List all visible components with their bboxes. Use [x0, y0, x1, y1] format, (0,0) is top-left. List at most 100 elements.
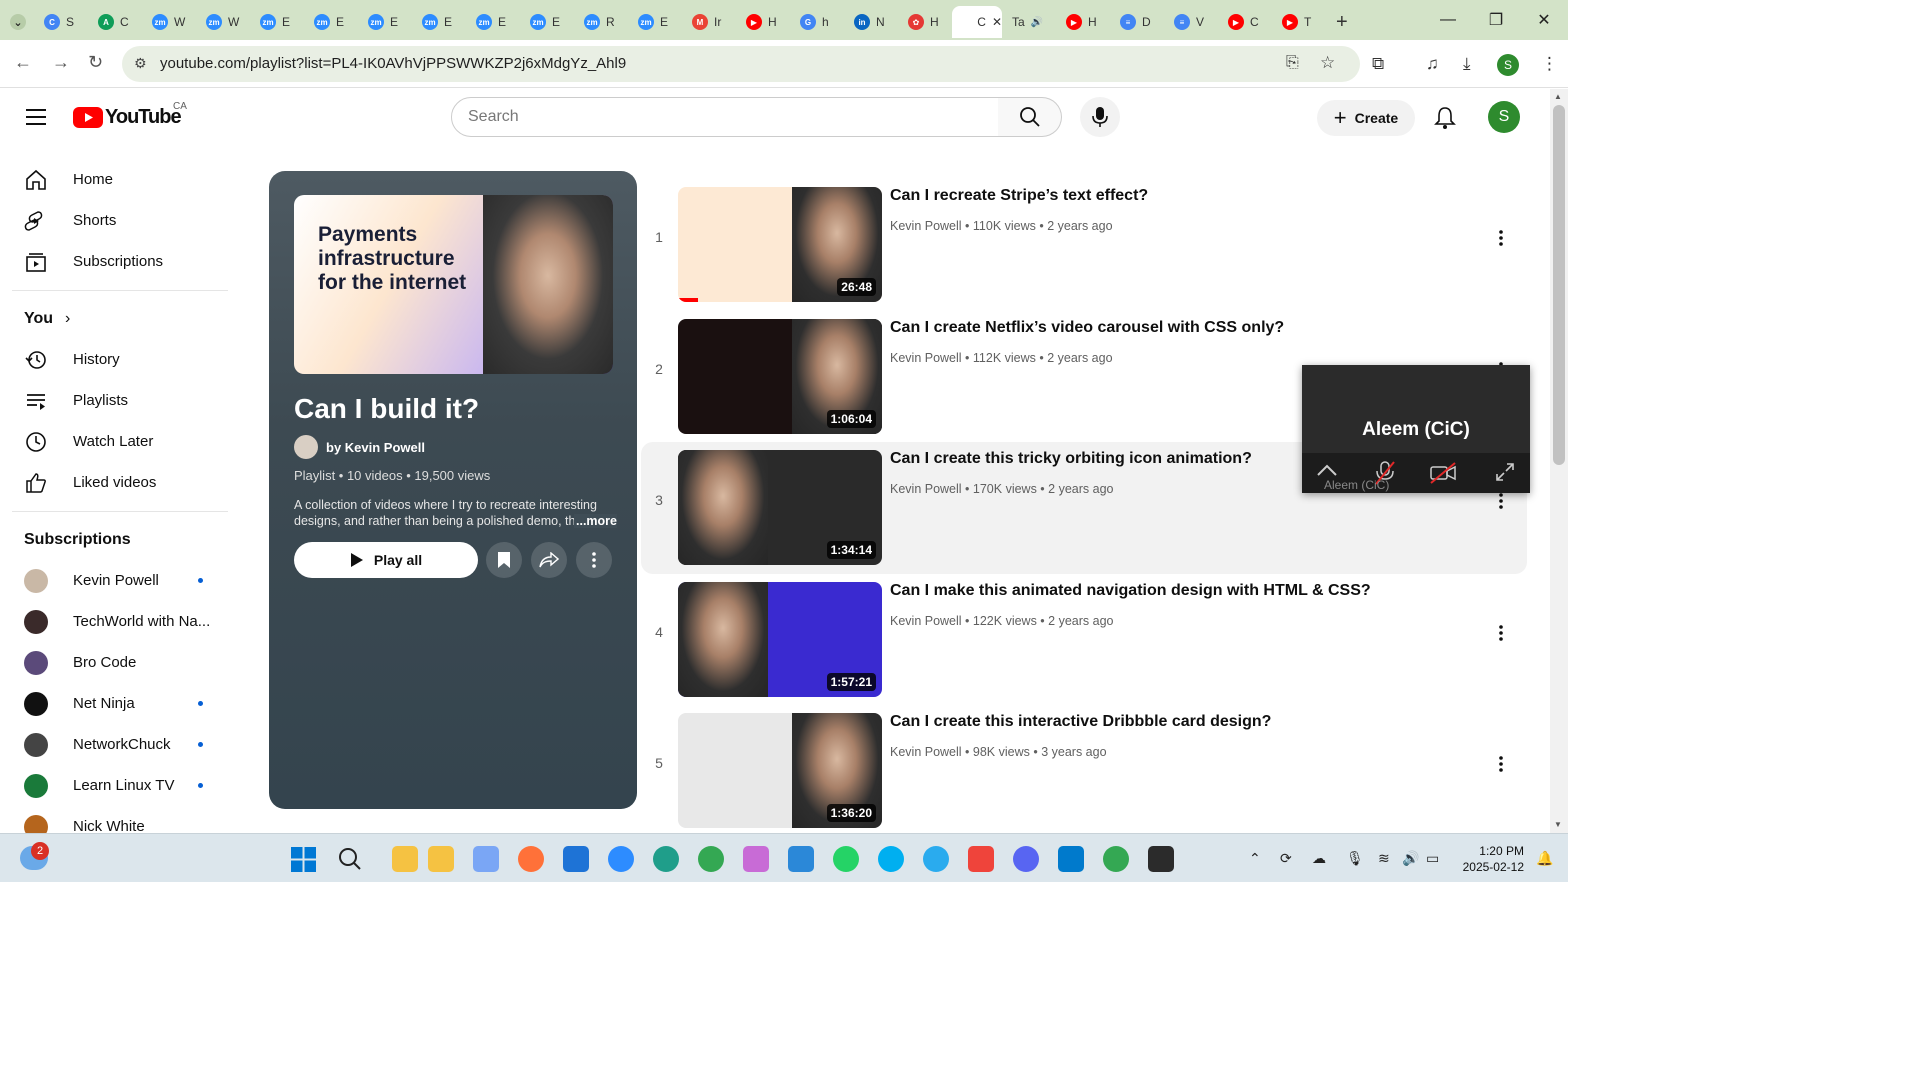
video-thumbnail[interactable]: 1:34:14 — [678, 450, 882, 565]
search-input[interactable]: Search — [451, 97, 999, 137]
scroll-up-arrow-icon[interactable]: ▲ — [1554, 92, 1562, 101]
video-channel[interactable]: Kevin Powell — [890, 219, 962, 233]
video-off-icon[interactable] — [1429, 462, 1457, 484]
close-tab-icon[interactable]: ✕ — [992, 15, 1002, 29]
copilot-icon[interactable] — [473, 846, 499, 872]
search-button[interactable] — [998, 97, 1062, 137]
browser-tab[interactable]: Ta 🔊 — [1002, 6, 1056, 38]
firefox-icon[interactable] — [518, 846, 544, 872]
taskbar-search-icon[interactable] — [338, 847, 362, 871]
volume-icon[interactable]: 🔊 — [1402, 850, 1419, 867]
onedrive-icon[interactable]: ☁ — [1312, 850, 1326, 867]
sidebar-item-watch-later[interactable]: Watch Later — [0, 421, 240, 462]
browser-tab[interactable]: Gh — [790, 6, 844, 38]
video-more-button[interactable] — [1499, 229, 1513, 253]
browser-tab[interactable]: zm E — [304, 6, 358, 38]
video-title[interactable]: Can I make this animated navigation desi… — [890, 582, 1371, 600]
browser-tab[interactable]: CS — [34, 6, 88, 38]
notifications-bell-icon[interactable] — [1434, 106, 1456, 130]
tab-search-button[interactable]: ⌄ — [0, 6, 34, 38]
chrome-menu-icon[interactable]: ⋮ — [1541, 54, 1558, 74]
share-button[interactable] — [531, 542, 567, 578]
video-title[interactable]: Can I create Netflix’s video carousel wi… — [890, 319, 1284, 337]
playlist-video-row[interactable]: 5 1:36:20 Can I create this interactive Dr… — [641, 705, 1527, 837]
telegram-icon[interactable] — [923, 846, 949, 872]
download-icon[interactable]: ⤓ — [1463, 54, 1471, 74]
playlist-video-row[interactable]: 1 26:48 Can I recreate Stripe’s text effec… — [641, 179, 1527, 311]
subscription-channel[interactable]: Nick White — [0, 806, 240, 835]
tab-audio-icon[interactable]: 🔊 — [1031, 17, 1043, 28]
subscription-channel[interactable]: NetworkChuck — [0, 724, 240, 765]
skype-icon[interactable] — [878, 846, 904, 872]
description-more-link[interactable]: ...more — [574, 514, 617, 528]
account-avatar[interactable]: S — [1488, 101, 1520, 133]
video-thumbnail[interactable]: 26:48 — [678, 187, 882, 302]
browser-tab[interactable]: zm E — [358, 6, 412, 38]
meeting-pip-window[interactable]: Aleem (CiC) Aleem (CiC) — [1302, 365, 1530, 493]
video-channel[interactable]: Kevin Powell — [890, 745, 962, 759]
omnibox[interactable]: ⚙ youtube.com/playlist?list=PL4-IK0AVhVj… — [122, 46, 1360, 82]
browser-tab[interactable]: M Ir — [682, 6, 736, 38]
forward-button[interactable]: → — [52, 52, 70, 73]
browser-tab[interactable]: ≡ V — [1164, 6, 1218, 38]
browser-tab[interactable]: zm E — [628, 6, 682, 38]
expand-icon[interactable] — [1496, 463, 1514, 481]
restore-button[interactable]: ❐ — [1472, 0, 1520, 40]
browser-tab[interactable]: C ✕ — [952, 6, 1002, 38]
back-button[interactable]: ← — [14, 52, 32, 73]
chrome-icon[interactable] — [698, 846, 724, 872]
sidebar-item-liked-videos[interactable]: Liked videos — [0, 462, 240, 503]
browser-tab[interactable]: ▶ C — [1218, 6, 1272, 38]
reload-button[interactable]: ↻ — [88, 52, 103, 73]
sidebar-item-shorts[interactable]: Shorts — [0, 200, 240, 241]
sidebar-item-playlists[interactable]: Playlists — [0, 380, 240, 421]
vscode-icon[interactable] — [1058, 846, 1084, 872]
create-button[interactable]: + Create — [1317, 100, 1415, 136]
video-more-button[interactable] — [1499, 755, 1513, 779]
browser-tab[interactable]: in N — [844, 6, 898, 38]
subscription-channel[interactable]: Kevin Powell — [0, 560, 240, 601]
file-manager-icon[interactable] — [428, 846, 454, 872]
wifi-icon[interactable]: ≋ — [1378, 850, 1390, 867]
play-all-button[interactable]: Play all — [294, 542, 478, 578]
subscription-channel[interactable]: TechWorld with Na... — [0, 601, 240, 642]
sync-icon[interactable]: ⟳ — [1280, 850, 1292, 867]
playlist-more-button[interactable] — [576, 542, 612, 578]
microsoft-store-icon[interactable] — [563, 846, 589, 872]
sidebar-you-header[interactable]: You › — [0, 299, 240, 339]
video-more-button[interactable] — [1499, 492, 1513, 516]
browser-tab[interactable]: zm R — [574, 6, 628, 38]
browser-tab[interactable]: zm W — [142, 6, 196, 38]
tray-overflow-icon[interactable]: ⌃ — [1249, 850, 1261, 867]
sidebar-item-history[interactable]: History — [0, 339, 240, 380]
remote-desktop-icon[interactable] — [788, 846, 814, 872]
sidebar-item-subscriptions[interactable]: Subscriptions — [0, 241, 240, 282]
bookmark-star-icon[interactable]: ☆ — [1320, 53, 1335, 73]
hamburger-menu-icon[interactable] — [26, 108, 48, 126]
subscription-channel[interactable]: Learn Linux TV — [0, 765, 240, 806]
browser-tab[interactable]: zm E — [250, 6, 304, 38]
youtube-logo[interactable]: YouTube — [73, 106, 182, 129]
site-info-icon[interactable]: ⚙ — [134, 55, 147, 72]
browser-tab[interactable]: ▶ H — [736, 6, 790, 38]
video-title[interactable]: Can I create this tricky orbiting icon a… — [890, 450, 1252, 468]
whatsapp-icon[interactable] — [833, 846, 859, 872]
video-title[interactable]: Can I recreate Stripe’s text effect? — [890, 187, 1148, 205]
edge-icon[interactable] — [653, 846, 679, 872]
close-window-button[interactable]: ✕ — [1520, 0, 1568, 40]
video-thumbnail[interactable]: 1:36:20 — [678, 713, 882, 828]
browser-tab[interactable]: ▶ T — [1272, 6, 1326, 38]
video-more-button[interactable] — [1499, 624, 1513, 648]
chevron-up-icon[interactable] — [1316, 463, 1338, 477]
save-playlist-button[interactable] — [486, 542, 522, 578]
scroll-down-arrow-icon[interactable]: ▼ — [1554, 820, 1562, 829]
notification-center-icon[interactable]: 🔔 — [1536, 850, 1553, 867]
browser-tab[interactable]: zm E — [520, 6, 574, 38]
tray-mic-icon[interactable]: 🎙 — [1346, 850, 1364, 867]
browser-tab[interactable]: ▶ H — [1056, 6, 1110, 38]
playlist-thumbnail[interactable]: Payments infrastructure for the internet — [294, 195, 613, 374]
sidebar-item-home[interactable]: Home — [0, 159, 240, 200]
anydesk-icon[interactable] — [968, 846, 994, 872]
browser-tab[interactable]: zm E — [412, 6, 466, 38]
video-title[interactable]: Can I create this interactive Dribbble c… — [890, 713, 1271, 731]
